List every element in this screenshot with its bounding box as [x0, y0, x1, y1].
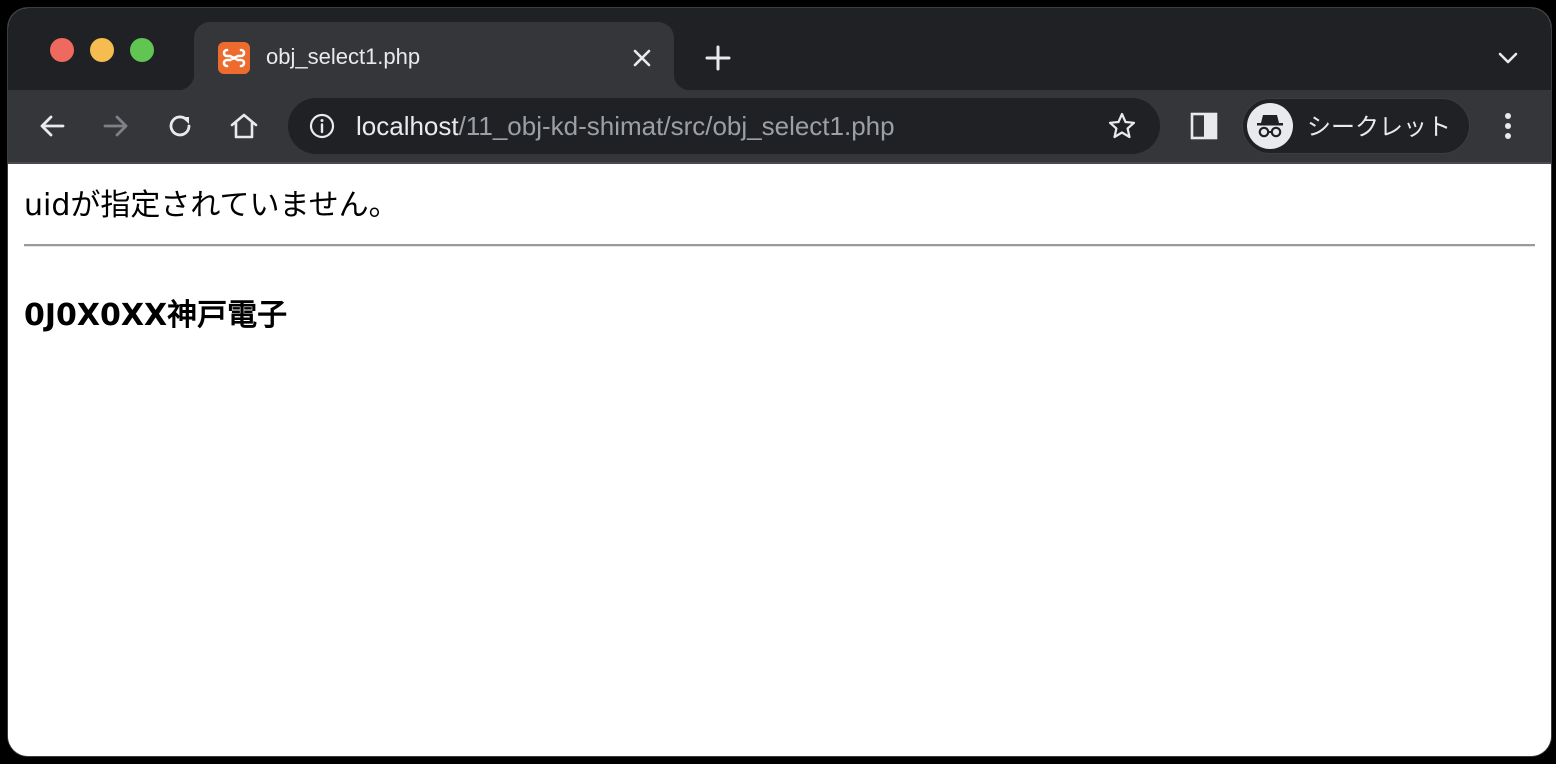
new-tab-plus-icon[interactable] [702, 42, 734, 74]
tab-search-chevron-down-icon[interactable] [1494, 44, 1522, 72]
side-panel-icon[interactable] [1188, 108, 1220, 144]
address-bar[interactable]: localhost/11_obj-kd-shimat/src/obj_selec… [288, 98, 1160, 154]
back-arrow-icon[interactable] [34, 108, 70, 144]
site-info-icon[interactable] [308, 112, 336, 140]
browser-window: obj_select1.php localhost/11_obj-kd-shim… [8, 8, 1551, 756]
url-text[interactable]: localhost/11_obj-kd-shimat/src/obj_selec… [356, 110, 895, 142]
reload-icon[interactable] [162, 108, 198, 144]
xampp-favicon-icon [218, 42, 250, 74]
company-heading: 0J0X0XX神戸電子 [24, 298, 288, 333]
tab-active[interactable]: obj_select1.php [178, 22, 690, 90]
more-menu-kebab-icon[interactable] [1494, 108, 1522, 144]
window-maximize-button[interactable] [130, 38, 154, 62]
home-icon[interactable] [226, 108, 262, 144]
incognito-label: シークレット [1307, 113, 1451, 141]
incognito-profile-button[interactable]: シークレット [1242, 98, 1470, 154]
incognito-icon [1247, 103, 1293, 149]
browser-toolbar: localhost/11_obj-kd-shimat/src/obj_selec… [8, 90, 1551, 164]
forward-arrow-icon[interactable] [98, 108, 134, 144]
tab-close-icon[interactable] [628, 44, 656, 72]
window-close-button[interactable] [50, 38, 74, 62]
bookmark-star-icon[interactable] [1106, 110, 1138, 142]
page-content: uidが指定されていません。 0J0X0XX神戸電子 [8, 164, 1551, 756]
horizontal-rule [24, 244, 1535, 247]
url-path: /11_obj-kd-shimat/src/obj_select1.php [458, 111, 895, 141]
tab-strip: obj_select1.php [8, 8, 1551, 90]
window-minimize-button[interactable] [90, 38, 114, 62]
url-host: localhost [356, 111, 459, 141]
error-message: uidが指定されていません。 [24, 188, 399, 223]
tab-title: obj_select1.php [266, 44, 421, 69]
